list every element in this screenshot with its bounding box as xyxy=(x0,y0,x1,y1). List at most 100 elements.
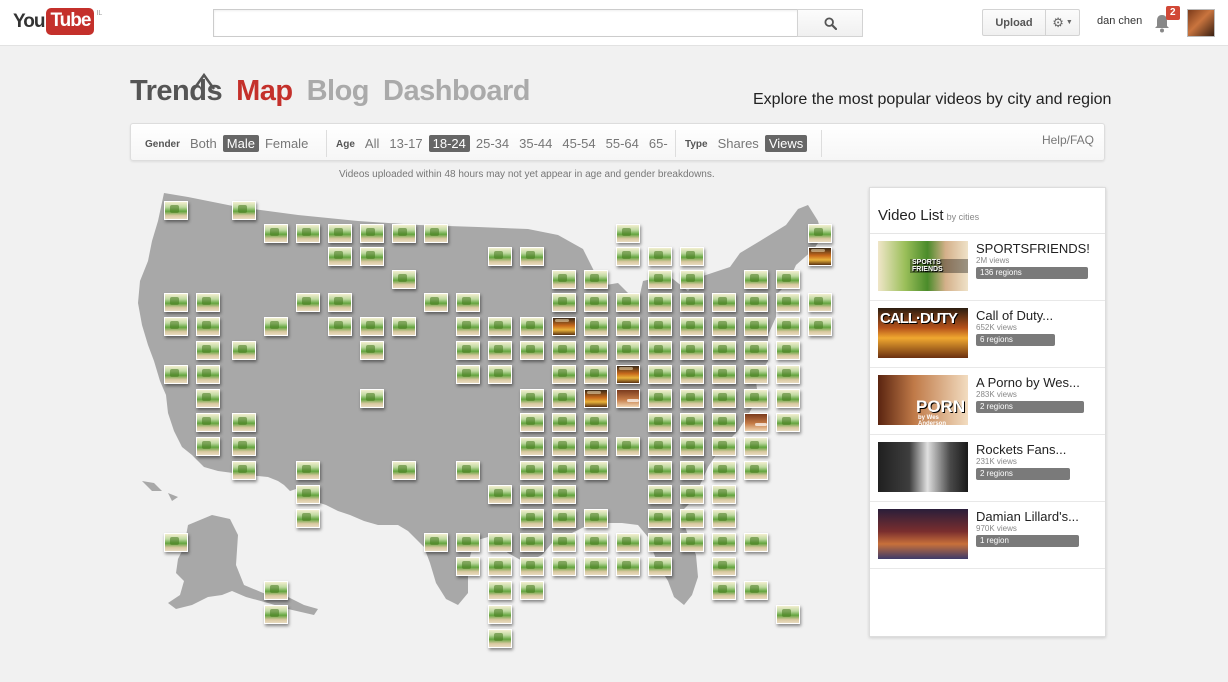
city-video-thumbnail[interactable] xyxy=(648,317,672,336)
upload-button[interactable]: Upload xyxy=(982,9,1046,36)
city-video-thumbnail[interactable] xyxy=(712,341,736,360)
video-title[interactable]: Rockets Fans... xyxy=(976,442,1066,457)
city-video-thumbnail[interactable] xyxy=(196,389,220,408)
video-thumbnail[interactable]: PORN by Wes Anderson xyxy=(878,375,968,427)
city-video-thumbnail[interactable] xyxy=(360,389,384,408)
city-video-thumbnail[interactable] xyxy=(584,533,608,552)
city-video-thumbnail[interactable] xyxy=(712,317,736,336)
age-option-65[interactable]: 65- xyxy=(645,135,672,152)
city-video-thumbnail[interactable] xyxy=(488,629,512,648)
city-video-thumbnail[interactable] xyxy=(328,247,352,266)
city-video-thumbnail[interactable] xyxy=(744,341,768,360)
gender-option-female[interactable]: Female xyxy=(261,135,312,152)
city-video-thumbnail[interactable] xyxy=(456,317,480,336)
city-video-thumbnail[interactable] xyxy=(296,485,320,504)
age-option-35-44[interactable]: 35-44 xyxy=(515,135,556,152)
city-video-thumbnail[interactable] xyxy=(164,317,188,336)
city-video-thumbnail[interactable] xyxy=(488,365,512,384)
city-video-thumbnail[interactable] xyxy=(648,437,672,456)
city-video-thumbnail[interactable] xyxy=(232,341,256,360)
nav-map[interactable]: Map xyxy=(236,75,293,108)
city-video-thumbnail[interactable] xyxy=(648,509,672,528)
city-video-thumbnail[interactable] xyxy=(648,389,672,408)
city-video-thumbnail[interactable] xyxy=(164,533,188,552)
city-video-thumbnail[interactable] xyxy=(520,317,544,336)
age-option-25-34[interactable]: 25-34 xyxy=(472,135,513,152)
city-video-thumbnail[interactable] xyxy=(744,437,768,456)
city-video-thumbnail[interactable] xyxy=(648,270,672,289)
city-video-thumbnail[interactable] xyxy=(296,224,320,243)
city-video-thumbnail[interactable] xyxy=(552,509,576,528)
city-video-thumbnail[interactable] xyxy=(648,247,672,266)
city-video-thumbnail[interactable] xyxy=(392,224,416,243)
city-video-thumbnail[interactable] xyxy=(456,341,480,360)
city-video-thumbnail[interactable] xyxy=(744,270,768,289)
city-video-thumbnail[interactable] xyxy=(712,461,736,480)
city-video-thumbnail[interactable] xyxy=(616,341,640,360)
city-video-thumbnail[interactable] xyxy=(552,341,576,360)
city-video-thumbnail[interactable] xyxy=(552,485,576,504)
city-video-thumbnail[interactable] xyxy=(584,437,608,456)
city-video-thumbnail[interactable] xyxy=(488,247,512,266)
city-video-thumbnail[interactable] xyxy=(712,389,736,408)
city-video-thumbnail[interactable] xyxy=(712,509,736,528)
city-video-thumbnail[interactable] xyxy=(616,389,640,408)
city-video-thumbnail[interactable] xyxy=(264,581,288,600)
city-video-thumbnail[interactable] xyxy=(616,293,640,312)
video-title[interactable]: A Porno by Wes... xyxy=(976,375,1080,390)
city-video-thumbnail[interactable] xyxy=(456,557,480,576)
settings-button[interactable]: ⚙ ▼ xyxy=(1045,9,1080,36)
city-video-thumbnail[interactable] xyxy=(584,461,608,480)
city-video-thumbnail[interactable] xyxy=(648,365,672,384)
city-video-thumbnail[interactable] xyxy=(328,317,352,336)
city-video-thumbnail[interactable] xyxy=(488,581,512,600)
video-title[interactable]: SPORTSFRIENDS! xyxy=(976,241,1090,256)
city-video-thumbnail[interactable] xyxy=(296,293,320,312)
city-video-thumbnail[interactable] xyxy=(232,413,256,432)
city-video-thumbnail[interactable] xyxy=(296,461,320,480)
city-video-thumbnail[interactable] xyxy=(552,365,576,384)
city-video-thumbnail[interactable] xyxy=(232,461,256,480)
age-option-13-17[interactable]: 13-17 xyxy=(385,135,426,152)
city-video-thumbnail[interactable] xyxy=(680,247,704,266)
city-video-thumbnail[interactable] xyxy=(744,461,768,480)
city-video-thumbnail[interactable] xyxy=(360,247,384,266)
city-video-thumbnail[interactable] xyxy=(328,293,352,312)
city-video-thumbnail[interactable] xyxy=(584,413,608,432)
city-video-thumbnail[interactable] xyxy=(744,365,768,384)
city-video-thumbnail[interactable] xyxy=(712,413,736,432)
city-video-thumbnail[interactable] xyxy=(264,317,288,336)
city-video-thumbnail[interactable] xyxy=(680,485,704,504)
city-video-thumbnail[interactable] xyxy=(776,270,800,289)
search-button[interactable] xyxy=(797,9,863,37)
city-video-thumbnail[interactable] xyxy=(552,533,576,552)
city-video-thumbnail[interactable] xyxy=(744,293,768,312)
city-video-thumbnail[interactable] xyxy=(552,293,576,312)
city-video-thumbnail[interactable] xyxy=(744,533,768,552)
city-video-thumbnail[interactable] xyxy=(196,413,220,432)
user-name[interactable]: dan chen xyxy=(1097,15,1142,27)
video-list-item[interactable]: Rockets Fans... 231K views 2 regions xyxy=(870,435,1105,502)
city-video-thumbnail[interactable] xyxy=(712,581,736,600)
city-video-thumbnail[interactable] xyxy=(680,461,704,480)
city-video-thumbnail[interactable] xyxy=(776,293,800,312)
city-video-thumbnail[interactable] xyxy=(520,413,544,432)
city-video-thumbnail[interactable] xyxy=(680,533,704,552)
city-video-thumbnail[interactable] xyxy=(552,413,576,432)
notification-badge[interactable]: 2 xyxy=(1166,6,1180,20)
city-video-thumbnail[interactable] xyxy=(776,413,800,432)
city-video-thumbnail[interactable] xyxy=(488,341,512,360)
city-video-thumbnail[interactable] xyxy=(196,293,220,312)
city-video-thumbnail[interactable] xyxy=(392,461,416,480)
city-video-thumbnail[interactable] xyxy=(584,341,608,360)
city-video-thumbnail[interactable] xyxy=(712,557,736,576)
video-list-item[interactable]: Damian Lillard's... 970K views 1 region xyxy=(870,502,1105,569)
city-video-thumbnail[interactable] xyxy=(648,293,672,312)
city-video-thumbnail[interactable] xyxy=(744,581,768,600)
city-video-thumbnail[interactable] xyxy=(520,461,544,480)
city-video-thumbnail[interactable] xyxy=(520,247,544,266)
city-video-thumbnail[interactable] xyxy=(164,365,188,384)
city-video-thumbnail[interactable] xyxy=(488,557,512,576)
city-video-thumbnail[interactable] xyxy=(488,533,512,552)
video-list-item[interactable]: SPORTS FRIENDS SPORTSFRIENDS! 2M views 1… xyxy=(870,234,1105,301)
